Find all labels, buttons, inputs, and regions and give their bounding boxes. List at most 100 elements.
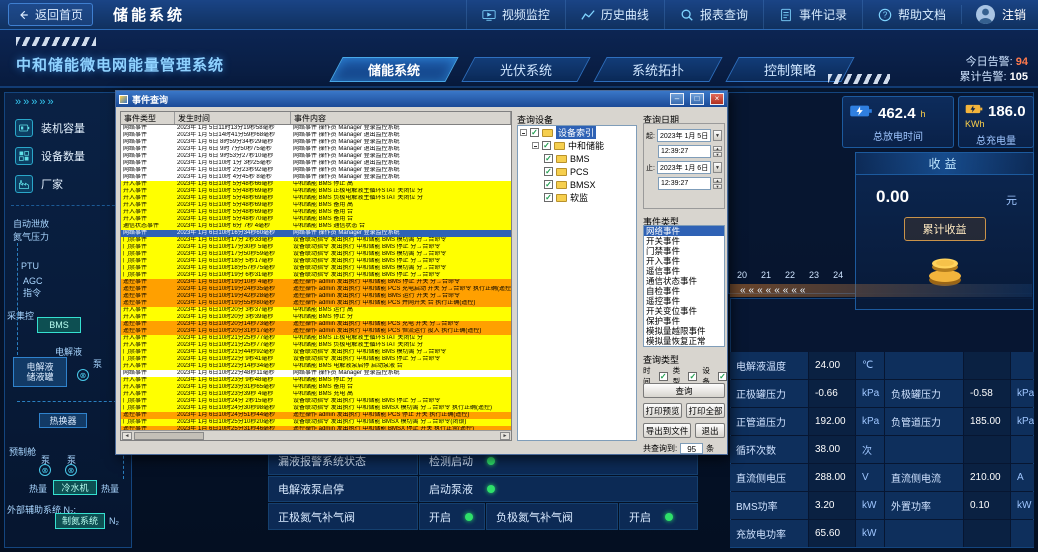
expand-collapse-icon[interactable]: [532, 142, 539, 149]
to-date-input[interactable]: 2023年 1月 6日: [657, 161, 711, 174]
event-type-option[interactable]: 遥控事件: [644, 296, 724, 306]
back-home-button[interactable]: 返回首页: [8, 3, 93, 26]
maximize-button[interactable]: □: [690, 93, 704, 105]
checkbox-icon[interactable]: ✓: [542, 141, 551, 150]
tree-node-2[interactable]: ✓BMS: [518, 152, 636, 165]
expand-collapse-icon[interactable]: [520, 129, 527, 136]
event-row[interactable]: 遥控事件2023年 1月 6日10时19分55秒80毫秒遥控操作 admin 发…: [121, 300, 511, 307]
tab-0[interactable]: 储能系统: [329, 57, 458, 82]
checkbox-icon[interactable]: ✓: [544, 167, 553, 176]
tree-node-3[interactable]: ✓PCS: [518, 165, 636, 178]
print-preview-button[interactable]: 打印预览: [643, 403, 682, 418]
tree-node-0[interactable]: ✓设备索引: [518, 126, 636, 139]
event-row[interactable]: 开入事件2023年 1月 6日10时21分25秒77毫秒中和储能 BMS 正极电…: [121, 335, 511, 342]
checkbox-icon[interactable]: ✓: [530, 128, 539, 137]
event-row[interactable]: 门禁事件2023年 1月 6日10时22分 9秒41毫秒设备联动指令 发出执行 …: [121, 356, 511, 363]
from-time-input[interactable]: 12:39:27: [658, 145, 711, 158]
event-row[interactable]: 开入事件2023年 1月 6日10时 5分48秒69毫秒中和储能 BMS 正极电…: [121, 188, 511, 195]
checkbox-icon[interactable]: ✓: [688, 372, 697, 381]
event-type-option[interactable]: 模拟量越限事件: [644, 326, 724, 336]
event-row[interactable]: 开入事件2023年 1月 6日10时22分14秒34毫秒中和储能 BMS 电解液…: [121, 363, 511, 370]
close-button[interactable]: ×: [710, 93, 724, 105]
scroll-left-icon[interactable]: ◄: [122, 432, 132, 440]
checkbox-icon[interactable]: ✓: [659, 372, 668, 381]
event-row[interactable]: 门禁事件2023年 1月 6日10时18分57秒75毫秒设备联动指令 发出执行 …: [121, 265, 511, 272]
event-row[interactable]: 开入事件2023年 1月 6日10时 5分48秒69毫秒中和储能 BMS 备用 …: [121, 209, 511, 216]
event-row[interactable]: 开入事件2023年 1月 6日10时 5分48秒66毫秒中和储能 BMS 停止 …: [121, 181, 511, 188]
event-row[interactable]: 通信状态事件2023年 1月 6日10时 6分 7秒 4毫秒中和储能 BMS 通…: [121, 223, 511, 230]
event-row[interactable]: 网络事件2023年 1月 6日10时22分48秒11毫秒网络事件 操作员 Man…: [121, 370, 511, 377]
horizontal-scrollbar[interactable]: ◄ ►: [121, 430, 511, 440]
event-row[interactable]: 网络事件2023年 1月 6日10时 2分23秒92毫秒网络事件 操作员 Man…: [121, 167, 511, 174]
event-type-option[interactable]: 开关变位事件: [644, 306, 724, 316]
event-row[interactable]: 门禁事件2023年 1月 6日10时25分10秒20毫秒设备联动指令 发出执行 …: [121, 419, 511, 426]
event-row[interactable]: 网络事件2023年 1月 5日14时41分59秒68毫秒网络事件 操作员 Man…: [121, 132, 511, 139]
bms-node[interactable]: BMS: [37, 317, 81, 333]
event-type-option[interactable]: 自检事件: [644, 286, 724, 296]
chevron-down-icon[interactable]: ▼: [713, 162, 722, 173]
heat-exchanger-node[interactable]: 热换器: [39, 413, 87, 428]
event-row[interactable]: 门禁事件2023年 1月 6日10时17分30秒 5毫秒设备联动指令 发出执行 …: [121, 244, 511, 251]
exit-button[interactable]: 退出: [695, 423, 725, 438]
sidebar-item-0[interactable]: 装机容量: [15, 119, 85, 137]
event-type-option[interactable]: 通信状态事件: [644, 276, 724, 286]
chevron-down-icon[interactable]: ▼: [713, 130, 722, 141]
event-row[interactable]: 开入事件2023年 1月 6日10时 5分48秒70毫秒中和储能 BMS 备用 …: [121, 216, 511, 223]
event-row[interactable]: 遥控事件2023年 1月 6日10时19分10秒 4毫秒遥控操作 admin 发…: [121, 279, 511, 286]
event-row[interactable]: 网络事件2023年 1月 6日 9时53分27秒10毫秒网络事件 操作员 Man…: [121, 153, 511, 160]
nitrogen-system-node[interactable]: 制氮系统: [55, 513, 105, 529]
dialog-title-bar[interactable]: 事件查询 – □ ×: [116, 91, 727, 107]
time-spinner[interactable]: ▲▼: [713, 146, 722, 157]
sidebar-item-2[interactable]: 厂家: [15, 175, 63, 193]
event-type-option[interactable]: 网络事件: [644, 226, 724, 236]
event-row[interactable]: 开入事件2023年 1月 6日10时 5分48秒69毫秒中和储能 BMS 负极电…: [121, 195, 511, 202]
event-row[interactable]: 遥控事件2023年 1月 6日10时24分51秒44毫秒遥控操作 admin 发…: [121, 412, 511, 419]
logout-button[interactable]: 注销: [961, 5, 1038, 24]
event-row[interactable]: 门禁事件2023年 1月 6日10时19分 6秒31毫秒设备联动指令 发出执行 …: [121, 272, 511, 279]
event-type-option[interactable]: 遥信事件: [644, 266, 724, 276]
event-type-option[interactable]: 门禁事件: [644, 246, 724, 256]
nav-item-0[interactable]: 视频监控: [466, 0, 565, 29]
event-row[interactable]: 遥控事件2023年 1月 6日10时19分42秒28毫秒遥控操作 admin 发…: [121, 293, 511, 300]
event-type-option[interactable]: 模拟量恢复正常: [644, 336, 724, 346]
tab-2[interactable]: 系统拓扑: [593, 57, 722, 82]
checkbox-icon[interactable]: ✓: [544, 193, 553, 202]
electrolyte-tank-node[interactable]: 电解液储液罐: [13, 357, 67, 387]
tree-node-5[interactable]: ✓软监: [518, 191, 636, 204]
query-button[interactable]: 查询: [643, 383, 725, 398]
cumulative-revenue-button[interactable]: 累计收益: [904, 217, 986, 241]
export-file-button[interactable]: 导出到文件: [643, 423, 691, 438]
nav-item-2[interactable]: 报表查询: [664, 0, 763, 29]
event-row[interactable]: 门禁事件2023年 1月 6日10时17分 2秒33毫秒设备联动指令 发出执行 …: [121, 237, 511, 244]
tree-node-1[interactable]: ✓中和储能: [518, 139, 636, 152]
tab-1[interactable]: 光伏系统: [461, 57, 590, 82]
column-header-content[interactable]: 事件内容: [291, 112, 511, 124]
column-header-time[interactable]: 发生时间: [175, 112, 291, 124]
scroll-right-icon[interactable]: ►: [500, 432, 510, 440]
event-row[interactable]: 遥控事件2023年 1月 6日10时19分24秒35毫秒遥控操作 admin 发…: [121, 286, 511, 293]
event-row[interactable]: 开入事件2023年 1月 6日10时21分25秒77毫秒中和储能 BMS 负极电…: [121, 342, 511, 349]
scrollbar-thumb[interactable]: [134, 432, 204, 440]
event-type-option[interactable]: 开关事件: [644, 236, 724, 246]
event-row[interactable]: 门禁事件2023年 1月 6日10时24分 2秒15毫秒设备联动指令 发出执行 …: [121, 398, 511, 405]
chiller-node[interactable]: 冷水机: [53, 480, 97, 495]
event-row[interactable]: 门禁事件2023年 1月 6日10时18分 5秒17毫秒设备联动指令 发出执行 …: [121, 258, 511, 265]
event-row[interactable]: 开入事件2023年 1月 6日10时 5分48秒69毫秒中和储能 BMS 备用 …: [121, 202, 511, 209]
event-row[interactable]: 门禁事件2023年 1月 6日10时17分50秒59毫秒设备联动指令 发出执行 …: [121, 251, 511, 258]
sidebar-item-1[interactable]: 设备数量: [15, 147, 85, 165]
event-row[interactable]: 网络事件2023年 1月 6日 9时 7分50秒75毫秒网络事件 操作员 Man…: [121, 146, 511, 153]
event-row[interactable]: 开入事件2023年 1月 6日10时23分31秒65毫秒中和储能 BMS 备用 …: [121, 384, 511, 391]
event-row[interactable]: 网络事件2023年 1月 6日 8时59分34秒29毫秒网络事件 操作员 Man…: [121, 139, 511, 146]
checkbox-icon[interactable]: ✓: [718, 372, 727, 381]
event-row[interactable]: 网络事件2023年 1月 6日10时16分34秒60毫秒网络事件 操作员 Man…: [121, 230, 511, 237]
event-row[interactable]: 开入事件2023年 1月 6日10时23分39秒 4毫秒中和储能 BMS 充电 …: [121, 391, 511, 398]
minimize-button[interactable]: –: [670, 93, 684, 105]
event-row[interactable]: 开入事件2023年 1月 6日10时20分 3秒37毫秒中和储能 BMS 运行 …: [121, 307, 511, 314]
event-row[interactable]: 门禁事件2023年 1月 6日10时24分30秒98毫秒设备联动指令 发出执行 …: [121, 405, 511, 412]
time-spinner[interactable]: ▲▼: [713, 178, 722, 189]
event-row[interactable]: 门禁事件2023年 1月 6日10时21分44秒92毫秒设备联动指令 发出执行 …: [121, 349, 511, 356]
checkbox-icon[interactable]: ✓: [544, 154, 553, 163]
print-all-button[interactable]: 打印全部: [686, 403, 725, 418]
event-row[interactable]: 开入事件2023年 1月 6日10时20分 3秒39毫秒中和储能 BMS 停止 …: [121, 314, 511, 321]
event-row[interactable]: 遥控事件2023年 1月 6日10时20分14秒73毫秒遥控操作 admin 发…: [121, 321, 511, 328]
